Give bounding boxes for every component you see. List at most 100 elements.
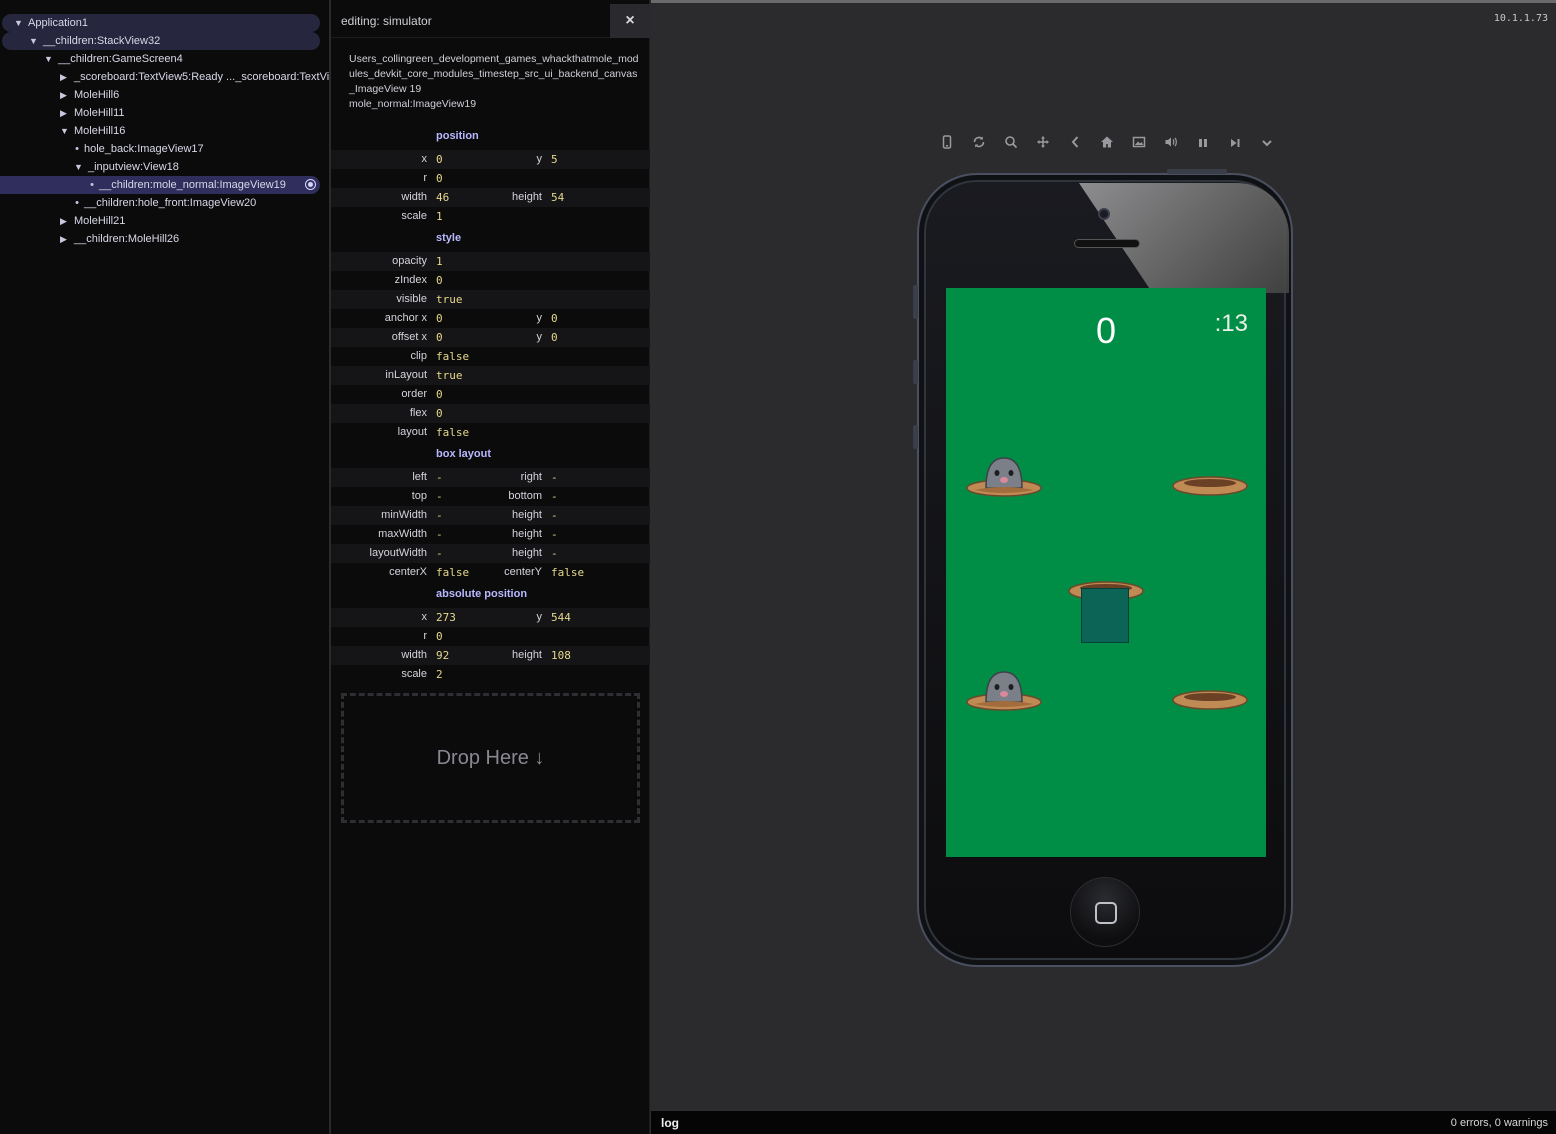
abs-row-r: r 0 <box>331 627 650 646</box>
back-icon[interactable] <box>1063 133 1087 157</box>
prop-value-y[interactable]: 5 <box>551 150 558 169</box>
abs-value-height: 108 <box>551 649 571 662</box>
prop-label: anchor x <box>384 312 427 324</box>
prop-value-width[interactable]: 46 <box>436 188 449 207</box>
expand-arrow-icon[interactable]: ▶ <box>60 68 74 86</box>
tree-node-hole-back[interactable]: • hole_back:ImageView17 <box>70 140 204 158</box>
prop-value-minheight[interactable]: - <box>551 506 558 525</box>
zoom-icon[interactable] <box>999 133 1023 157</box>
tree-node-molehill21[interactable]: ▶ MoleHill21 <box>60 212 125 230</box>
selected-view-highlight[interactable] <box>1081 588 1129 643</box>
timer-label: :13 <box>1214 310 1248 337</box>
rotate-icon[interactable] <box>967 133 991 157</box>
chevron-down-icon[interactable] <box>1255 133 1279 157</box>
expand-arrow-icon[interactable]: ▶ <box>60 86 74 104</box>
prop-value-right[interactable]: - <box>551 468 558 487</box>
abs-value-r: 0 <box>436 630 443 643</box>
prop-value-layout[interactable]: false <box>436 423 469 442</box>
mole-icon[interactable] <box>964 664 1044 712</box>
prop-value-layoutheight[interactable]: - <box>551 544 558 563</box>
prop-row-scale: scale 1 <box>331 207 650 226</box>
tree-node-application[interactable]: ▼ Application1 <box>2 14 320 32</box>
prop-value-minwidth[interactable]: - <box>436 506 443 525</box>
prop-value-scale[interactable]: 1 <box>436 207 443 226</box>
abs-value-scale: 2 <box>436 668 443 681</box>
expand-arrow-icon[interactable]: ▼ <box>29 32 43 50</box>
prop-label: left <box>412 471 427 483</box>
prop-value-top[interactable]: - <box>436 487 443 506</box>
step-icon[interactable] <box>1223 133 1247 157</box>
prop-value-centerx[interactable]: false <box>436 563 469 582</box>
prop-label: centerY <box>504 566 542 578</box>
tree-node-label: MoleHill6 <box>74 89 120 101</box>
prop-value-anchor-y[interactable]: 0 <box>551 309 558 328</box>
prop-value-maxheight[interactable]: - <box>551 525 558 544</box>
mole-hole-icon[interactable] <box>1170 468 1250 498</box>
tree-node-molehill11[interactable]: ▶ MoleHill11 <box>60 104 125 122</box>
log-status: 0 errors, 0 warnings <box>1450 1117 1548 1129</box>
prop-value-offset-y[interactable]: 0 <box>551 328 558 347</box>
expand-arrow-icon[interactable]: ▼ <box>60 122 74 140</box>
expand-arrow-icon[interactable]: ▶ <box>60 212 74 230</box>
devkit-app: ▼ Application1 ▼ __children:StackView32 ▼ _… <box>0 0 1556 1134</box>
tree-node-mole-normal-selected[interactable]: • __children:mole_normal:ImageView19 <box>0 176 320 194</box>
close-button[interactable]: × <box>610 4 650 38</box>
tree-node-stackview[interactable]: ▼ __children:StackView32 <box>2 32 320 50</box>
device-icon[interactable] <box>935 133 959 157</box>
tree-node-gamescreen[interactable]: ▼ __children:GameScreen4 <box>44 50 183 68</box>
prop-value-height[interactable]: 54 <box>551 188 564 207</box>
prop-row-x: x 0 y 5 <box>331 150 650 169</box>
view-path-text: Users_collingreen_development_games_whac… <box>349 53 639 95</box>
tree-node-label: __children:MoleHill26 <box>74 233 180 245</box>
prop-label: r <box>423 630 427 642</box>
prop-value-inlayout[interactable]: true <box>436 366 463 385</box>
prop-value-zindex[interactable]: 0 <box>436 271 443 290</box>
selected-target-icon[interactable] <box>305 179 316 190</box>
prop-value-centery[interactable]: false <box>551 563 584 582</box>
screenshot-icon[interactable] <box>1127 133 1151 157</box>
tree-node-molehill16[interactable]: ▼ MoleHill16 <box>60 122 125 140</box>
prop-value-order[interactable]: 0 <box>436 385 443 404</box>
mole-hole-icon[interactable] <box>1170 682 1250 712</box>
prop-label: r <box>423 172 427 184</box>
prop-value-bottom[interactable]: - <box>551 487 558 506</box>
tree-node-molehill6[interactable]: ▶ MoleHill6 <box>60 86 119 104</box>
prop-value-r[interactable]: 0 <box>436 169 443 188</box>
expand-arrow-icon[interactable]: ▼ <box>14 14 28 32</box>
prop-value-visible[interactable]: true <box>436 290 463 309</box>
prop-value-clip[interactable]: false <box>436 347 469 366</box>
leaf-bullet-icon: • <box>75 197 79 209</box>
move-icon[interactable] <box>1031 133 1055 157</box>
prop-value-offset-x[interactable]: 0 <box>436 328 443 347</box>
abs-value-width: 92 <box>436 649 450 662</box>
home-icon[interactable] <box>1095 133 1119 157</box>
expand-arrow-icon[interactable]: ▼ <box>74 158 88 176</box>
drop-zone[interactable]: Drop Here ↓ <box>341 693 640 823</box>
view-tree-panel: ▼ Application1 ▼ __children:StackView32 ▼ _… <box>0 0 330 1134</box>
prop-value-x[interactable]: 0 <box>436 150 443 169</box>
volume-icon[interactable] <box>1159 133 1183 157</box>
tree-node-inputview[interactable]: ▼ _inputview:View18 <box>74 158 179 176</box>
expand-arrow-icon[interactable]: ▶ <box>60 230 74 248</box>
prop-label: y <box>536 312 543 324</box>
prop-row-min: minWidth - height - <box>331 506 650 525</box>
tree-node-scoreboard[interactable]: ▶ _scoreboard:TextView5:Ready ..._scorebo… <box>60 68 329 86</box>
prop-value-opacity[interactable]: 1 <box>436 252 443 271</box>
prop-value-left[interactable]: - <box>436 468 443 487</box>
expand-arrow-icon[interactable]: ▼ <box>44 50 58 68</box>
tree-node-molehill26[interactable]: ▶ __children:MoleHill26 <box>60 230 179 248</box>
prop-value-flex[interactable]: 0 <box>436 404 443 423</box>
pause-icon[interactable] <box>1191 133 1215 157</box>
prop-value-layoutwidth[interactable]: - <box>436 544 443 563</box>
mole-icon[interactable] <box>964 450 1044 498</box>
game-screen[interactable]: 0 :13 <box>946 288 1266 857</box>
home-button[interactable] <box>1070 877 1140 947</box>
log-tab[interactable]: log <box>661 1116 679 1130</box>
camera-icon <box>1098 208 1110 220</box>
tree-node-hole-front[interactable]: • __children:hole_front:ImageView20 <box>70 194 256 212</box>
prop-label: layoutWidth <box>369 547 427 559</box>
abs-row-scale: scale 2 <box>331 665 650 684</box>
prop-value-maxwidth[interactable]: - <box>436 525 443 544</box>
expand-arrow-icon[interactable]: ▶ <box>60 104 74 122</box>
prop-value-anchor-x[interactable]: 0 <box>436 309 443 328</box>
